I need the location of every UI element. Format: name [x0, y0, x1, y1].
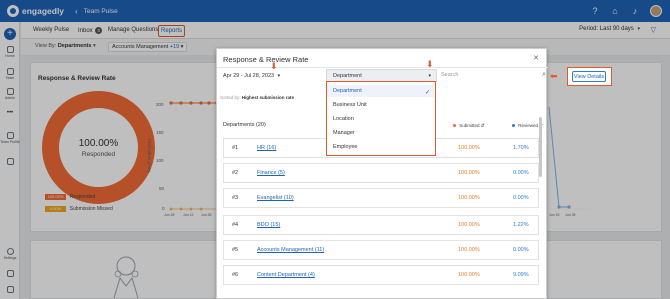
divider	[217, 67, 548, 68]
view-details-button[interactable]: View Details	[572, 71, 606, 82]
column-submitted[interactable]: Submitted ⇵	[453, 123, 485, 129]
submitted-dot-icon	[453, 124, 456, 128]
column-label: Submitted	[459, 123, 480, 128]
date-range-value: Apr 29 - Jul 28, 2023	[223, 73, 275, 79]
department-link[interactable]: Content Department (4)	[257, 272, 315, 278]
menu-item-department[interactable]: Department	[333, 88, 362, 94]
department-link[interactable]: HR (16)	[257, 145, 276, 151]
sort-icon: ⇵	[480, 123, 485, 128]
menu-item-employee[interactable]: Employee	[333, 144, 357, 150]
search-icon[interactable]: ⌕	[542, 71, 546, 79]
submitted-value: 100.00%	[458, 170, 480, 176]
table-row: #5 Accounts Management (11) 100.00% 0.00…	[223, 240, 539, 260]
chevron-down-icon: ▾	[428, 73, 431, 79]
departments-header: Departments (20)	[223, 122, 266, 128]
reviewed-value: 1.70%	[513, 145, 529, 151]
reviewed-value: 0.00%	[513, 170, 529, 176]
modal-title: Response & Review Rate	[223, 55, 309, 64]
sorted-by-label: Sorted by:	[220, 95, 241, 100]
menu-item-manager[interactable]: Manager	[333, 130, 355, 136]
table-row: #3 Evangelist (10) 100.00% 0.00%	[223, 188, 539, 208]
row-rank: #3	[232, 195, 239, 201]
reviewed-value: 0.00%	[513, 195, 529, 201]
search-placeholder: Search	[441, 72, 459, 78]
annotation-arrow-left-icon: ⬅	[550, 71, 558, 81]
table-row: #6 Content Department (4) 100.00% 9.09%	[223, 265, 539, 285]
submitted-value: 100.00%	[458, 272, 480, 278]
submitted-value: 100.00%	[458, 222, 480, 228]
sort-indicator[interactable]: Sorted by: Highest submission rate	[220, 95, 294, 100]
row-rank: #5	[232, 247, 239, 253]
submitted-value: 100.00%	[458, 195, 480, 201]
department-link[interactable]: BDO (15)	[257, 222, 280, 228]
check-icon: ✓	[424, 90, 430, 96]
table-row: #2 Finance (5) 100.00% 0.00%	[223, 163, 539, 183]
reviewed-dot-icon	[512, 124, 515, 128]
submitted-value: 100.00%	[458, 247, 480, 253]
menu-item-business-unit[interactable]: Business Unit	[333, 102, 367, 108]
view-details-highlight: View Details	[567, 67, 612, 86]
department-link[interactable]: Accounts Management (11)	[257, 247, 324, 253]
menu-item-location[interactable]: Location	[333, 116, 354, 122]
annotation-arrow-down-icon: ⬇	[426, 59, 434, 69]
search-input[interactable]: Search ⌕	[439, 69, 549, 82]
department-link[interactable]: Finance (5)	[257, 170, 285, 176]
group-by-menu: Department ✓ Business Unit Location Mana…	[326, 81, 436, 156]
annotation-arrow-down-icon: ⬇	[270, 61, 278, 71]
row-rank: #1	[232, 145, 239, 151]
date-range-picker[interactable]: Apr 29 - Jul 28, 2023 ▾	[223, 73, 280, 79]
row-rank: #4	[232, 222, 239, 228]
dropdown-value: Department	[333, 73, 362, 79]
submitted-value: 100.00%	[458, 145, 480, 151]
reviewed-value: 9.09%	[513, 272, 529, 278]
department-link[interactable]: Evangelist (10)	[257, 195, 294, 201]
table-row: #4 BDO (15) 100.00% 1.22%	[223, 215, 539, 235]
row-rank: #6	[232, 272, 239, 278]
reviewed-value: 0.00%	[513, 247, 529, 253]
scrollbar[interactable]	[539, 117, 542, 177]
reviewed-value: 1.22%	[513, 222, 529, 228]
column-label: Reviewed	[518, 123, 539, 128]
chevron-down-icon: ▾	[277, 73, 281, 79]
close-icon[interactable]: ✕	[533, 54, 539, 62]
row-rank: #2	[232, 170, 239, 176]
sorted-by-value: Highest submission rate	[241, 95, 295, 100]
